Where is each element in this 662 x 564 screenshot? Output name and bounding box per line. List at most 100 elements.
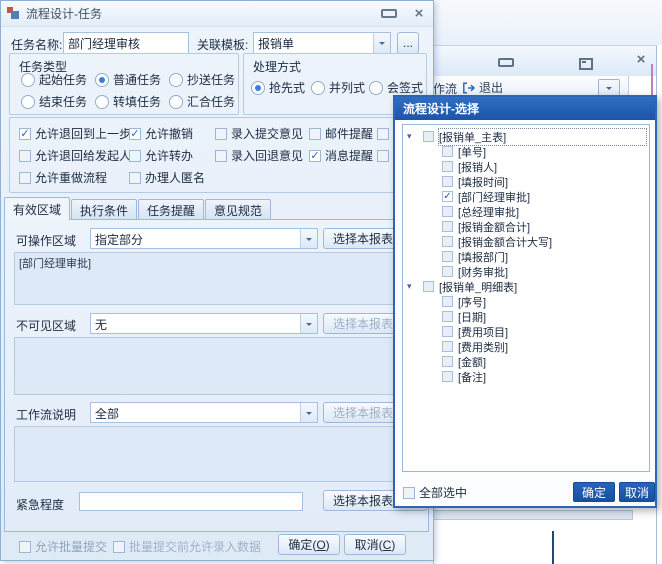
tree-item[interactable]: [费用类别] [407, 339, 646, 354]
template-dropdown-button[interactable] [373, 33, 390, 53]
tab-task-reminder[interactable]: 任务提醒 [138, 199, 204, 220]
radio-parallel[interactable]: 并列式 [311, 79, 365, 96]
cancel-button[interactable]: 取消 [619, 482, 655, 502]
tree-item[interactable]: [财务审批] [407, 264, 646, 279]
tree-checkbox[interactable] [442, 266, 453, 277]
radio-normal-task[interactable]: 普通任务 [95, 71, 161, 88]
maximize-icon[interactable] [579, 58, 593, 70]
expander-icon[interactable]: ▾ [407, 279, 423, 294]
tree-checkbox[interactable] [442, 191, 453, 202]
tree-checkbox[interactable] [442, 371, 453, 382]
checkbox-icon [113, 541, 125, 553]
select-all-checkbox[interactable]: 全部选中 [403, 484, 467, 501]
checkbox-label: 允许转办 [145, 147, 193, 164]
tree-checkbox[interactable] [442, 311, 453, 322]
tree-checkbox[interactable] [442, 206, 453, 217]
checkbox-message-reminder[interactable]: 消息提醒 [309, 147, 373, 164]
tree-item[interactable]: [填报部门] [407, 249, 646, 264]
tree-checkbox[interactable] [442, 161, 453, 172]
workflow-note-combobox[interactable]: 全部 [90, 402, 318, 423]
tree-item[interactable]: [费用项目] [407, 324, 646, 339]
radio-preemptive[interactable]: 抢先式 [251, 79, 305, 96]
combo-dropdown-button[interactable] [300, 403, 317, 422]
tree-item[interactable]: [备注] [407, 369, 646, 384]
tree-item[interactable]: [部门经理审批] [407, 189, 646, 204]
minimize-icon[interactable] [381, 9, 397, 18]
radio-end-task[interactable]: 结束任务 [21, 93, 87, 110]
tree-checkbox[interactable] [442, 221, 453, 232]
background-panel-divider [552, 531, 554, 564]
tree-checkbox[interactable] [423, 131, 434, 142]
tree-checkbox[interactable] [442, 296, 453, 307]
tree-item[interactable]: [日期] [407, 309, 646, 324]
radio-transfer-task[interactable]: 转填任务 [95, 93, 161, 110]
tree-item[interactable]: [填报时间] [407, 174, 646, 189]
tree-item[interactable]: [单号] [407, 144, 646, 159]
checkbox-allow-return-previous[interactable]: 允许退回到上一步 [19, 125, 131, 142]
minimize-icon[interactable] [498, 58, 514, 67]
select-dialog-titlebar[interactable]: 流程设计-选择 [395, 97, 655, 120]
checkbox-icon [19, 541, 31, 553]
urgency-input[interactable] [79, 492, 303, 511]
checkbox-enter-return-opinion[interactable]: 录入回退意见 [215, 147, 303, 164]
ok-button[interactable]: 确定(O) [278, 534, 340, 555]
tree-item[interactable]: [报销金额合计大写] [407, 234, 646, 249]
tree-item[interactable]: ▾[报销单_主表] [407, 129, 646, 144]
checkbox-label: 允许撤销 [145, 125, 193, 142]
tree-checkbox[interactable] [442, 356, 453, 367]
close-icon[interactable]: × [411, 7, 427, 21]
checkbox-allow-transfer[interactable]: 允许转办 [129, 147, 193, 164]
cancel-button[interactable]: 取消(C) [344, 534, 406, 555]
tree-checkbox[interactable] [442, 341, 453, 352]
checkbox-allow-revoke[interactable]: 允许撤销 [129, 125, 193, 142]
tree-checkbox[interactable] [442, 251, 453, 262]
tree-item[interactable]: [序号] [407, 294, 646, 309]
radio-countersign[interactable]: 会签式 [369, 79, 423, 96]
tree-item[interactable]: [报销金额合计] [407, 219, 646, 234]
tree-item[interactable]: [总经理审批] [407, 204, 646, 219]
ok-button[interactable]: 确定 [573, 482, 615, 502]
invisible-area-combobox[interactable]: 无 [90, 313, 318, 334]
radio-copy-task[interactable]: 抄送任务 [169, 71, 235, 88]
checkbox-allow-redo-flow[interactable]: 允许重做流程 [19, 169, 107, 186]
checkbox-email-reminder[interactable]: 邮件提醒 [309, 125, 373, 142]
exit-button[interactable]: 退出 [462, 79, 503, 96]
task-dialog-titlebar[interactable]: 流程设计-任务 × [1, 1, 433, 27]
tree-checkbox[interactable] [423, 281, 434, 292]
tree-item[interactable]: [报销人] [407, 159, 646, 174]
tree-item-label: [备注] [458, 369, 486, 385]
radio-start-task[interactable]: 起始任务 [21, 71, 87, 88]
tab-valid-area[interactable]: 有效区域 [4, 197, 70, 220]
tab-opinion-spec[interactable]: 意见规范 [205, 199, 271, 220]
combo-dropdown-button[interactable] [300, 229, 317, 248]
field-tree: ▾[报销单_主表] [单号] [报销人] [填报时间] [部门经理审批] [总经… [402, 124, 650, 472]
expander-icon[interactable]: ▾ [407, 129, 423, 144]
tab-exec-condition[interactable]: 执行条件 [71, 199, 137, 220]
template-more-button[interactable]: ... [397, 32, 419, 54]
checkbox-handler-anonymous[interactable]: 办理人匿名 [129, 169, 205, 186]
tree-checkbox[interactable] [442, 146, 453, 157]
tree-item-label: [序号] [458, 294, 486, 310]
operable-area-combobox[interactable]: 指定部分 [90, 228, 318, 249]
checkbox-label: 全部选中 [419, 484, 467, 501]
close-icon[interactable]: × [633, 52, 649, 67]
checkbox-batch-submit[interactable]: 允许批量提交 [19, 538, 107, 555]
template-combobox[interactable]: 报销单 [253, 32, 391, 54]
combo-dropdown-button[interactable] [300, 314, 317, 333]
invisible-area-textarea[interactable] [14, 337, 421, 395]
tree-checkbox[interactable] [442, 176, 453, 187]
operable-area-textarea[interactable]: [部门经理审批] [14, 252, 421, 305]
workflow-note-textarea[interactable] [14, 426, 421, 482]
radio-icon [311, 81, 325, 95]
checkbox-batch-entry: 批量提交前允许录入数据 [113, 538, 261, 555]
task-name-input[interactable] [63, 32, 189, 54]
cancel-label-suffix: ) [391, 538, 395, 552]
radio-merge-task[interactable]: 汇合任务 [169, 93, 235, 110]
checkbox-allow-return-initiator[interactable]: 允许退回给发起人 [19, 147, 131, 164]
tree-checkbox[interactable] [442, 326, 453, 337]
tree-item[interactable]: ▾[报销单_明细表] [407, 279, 646, 294]
tree-checkbox[interactable] [442, 236, 453, 247]
checkbox-enter-submit-opinion[interactable]: 录入提交意见 [215, 125, 303, 142]
tree-item-label: [报销金额合计大写] [458, 234, 552, 250]
tree-item[interactable]: [金额] [407, 354, 646, 369]
